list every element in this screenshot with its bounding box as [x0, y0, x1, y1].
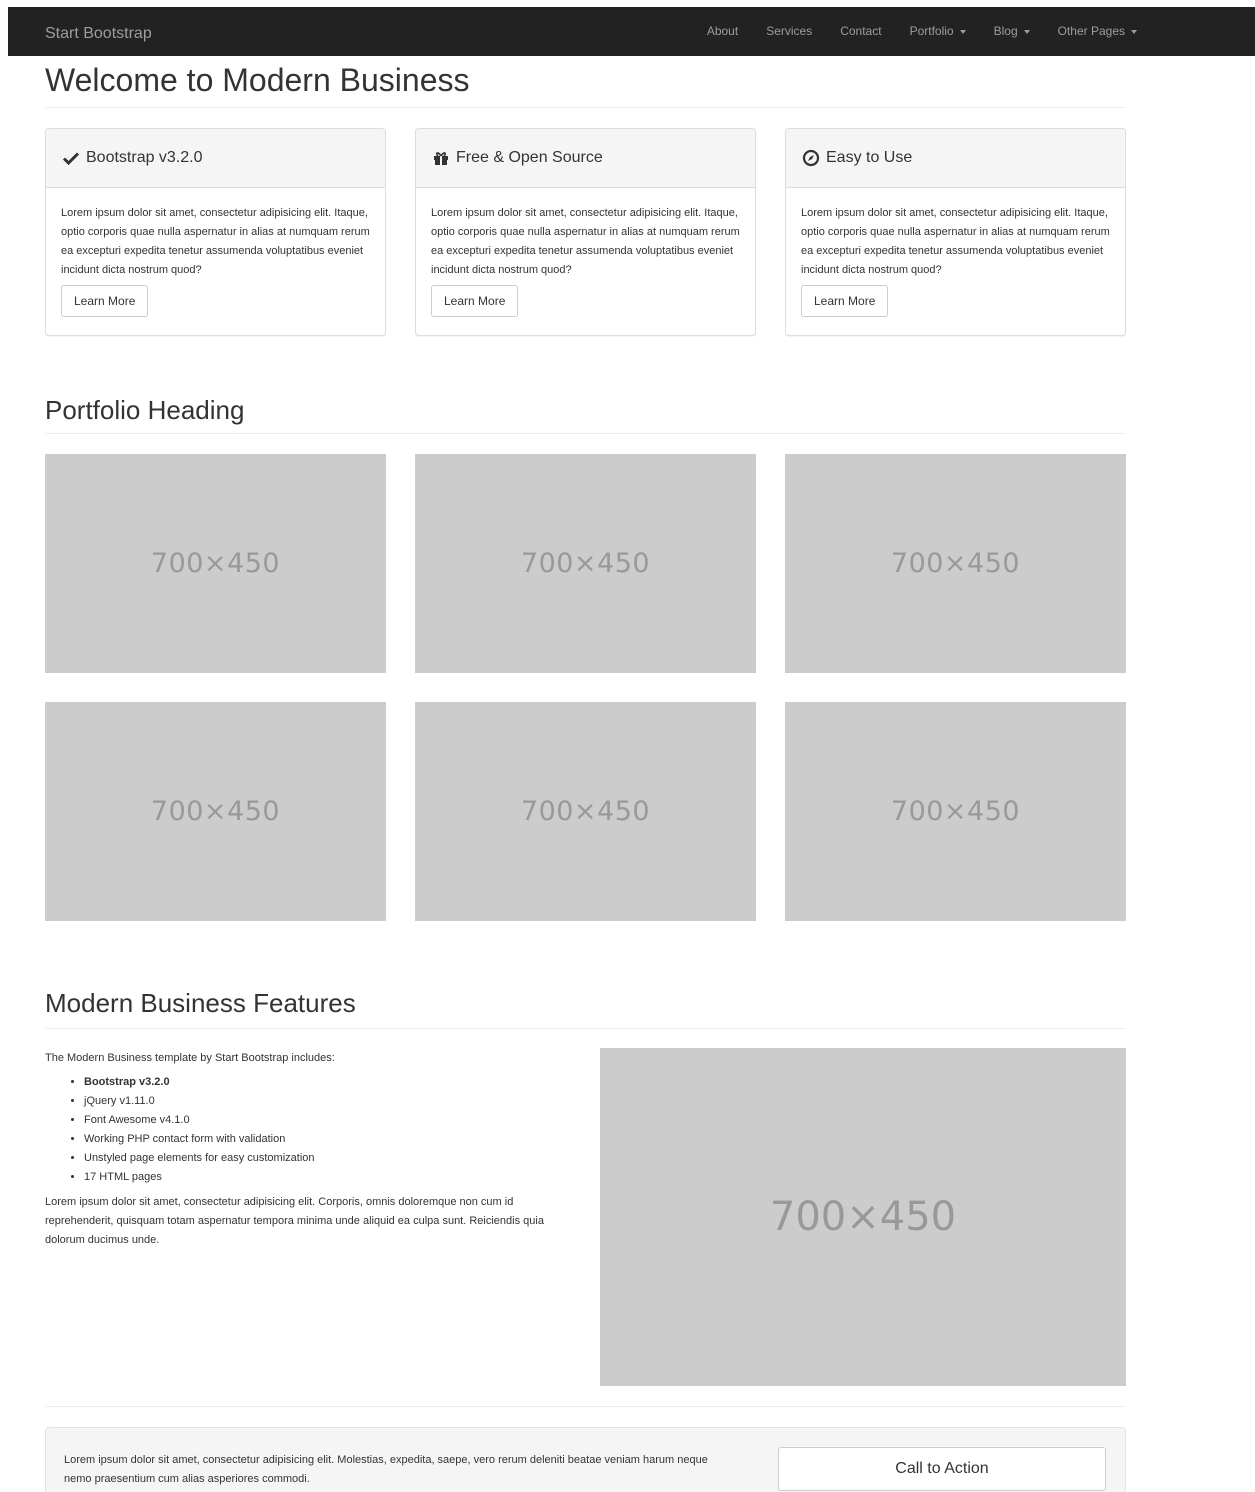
placeholder-label: 700×450: [520, 547, 651, 579]
panel-title: Free & Open Source: [456, 149, 603, 167]
placeholder-label: 700×450: [520, 795, 651, 827]
learn-more-button[interactable]: Learn More: [431, 285, 519, 317]
nav-links: About Services Contact Portfolio Blog Ot…: [679, 7, 1137, 56]
features-image: 700×450: [600, 1048, 1126, 1386]
portfolio-thumbnail[interactable]: 700×450: [785, 454, 1126, 673]
nav-item-about[interactable]: About: [707, 23, 738, 40]
nav-item-label: Other Pages: [1057, 23, 1125, 38]
learn-more-button[interactable]: Learn More: [801, 285, 889, 317]
placeholder-label: 700×450: [890, 795, 1021, 827]
panel-easy-to-use: Easy to Use Lorem ipsum dolor sit amet, …: [785, 128, 1126, 336]
nav-item-portfolio[interactable]: Portfolio: [910, 23, 966, 40]
call-to-action-button[interactable]: Call to Action: [778, 1447, 1106, 1491]
features-header: Modern Business Features: [45, 985, 1126, 1029]
page-title: Welcome to Modern Business: [45, 62, 470, 98]
list-item: Bootstrap v3.2.0: [84, 1073, 565, 1092]
features-list: Bootstrap v3.2.0 jQuery v1.11.0 Font Awe…: [84, 1073, 565, 1187]
gift-icon: [434, 152, 448, 165]
panel-heading: Easy to Use: [786, 129, 1125, 188]
nav-item-blog[interactable]: Blog: [994, 23, 1030, 40]
features-heading: Modern Business Features: [45, 988, 356, 1018]
cta-text: Lorem ipsum dolor sit amet, consectetur …: [64, 1454, 708, 1485]
features-intro: The Modern Business template by Start Bo…: [45, 1052, 335, 1064]
panel-heading: Free & Open Source: [416, 129, 755, 188]
call-to-action-well: Lorem ipsum dolor sit amet, consectetur …: [45, 1427, 1126, 1492]
panel-body: Lorem ipsum dolor sit amet, consectetur …: [416, 188, 755, 317]
nav-item-label: About: [706, 23, 739, 38]
panel-text: Lorem ipsum dolor sit amet, consectetur …: [431, 207, 740, 276]
panel-body: Lorem ipsum dolor sit amet, consectetur …: [46, 188, 385, 317]
portfolio-heading: Portfolio Heading: [45, 395, 245, 425]
list-item: 17 HTML pages: [84, 1168, 565, 1187]
caret-down-icon: [1131, 29, 1137, 34]
nav-item-contact[interactable]: Contact: [840, 23, 881, 40]
list-item: jQuery v1.11.0: [84, 1092, 565, 1111]
list-item: Font Awesome v4.1.0: [84, 1111, 565, 1130]
portfolio-thumbnail[interactable]: 700×450: [415, 702, 756, 921]
top-navbar: Start Bootstrap About Services Contact P…: [8, 7, 1255, 56]
features-paragraph: Lorem ipsum dolor sit amet, consectetur …: [45, 1196, 544, 1246]
panel-open-source: Free & Open Source Lorem ipsum dolor sit…: [415, 128, 756, 336]
placeholder-label: 700×450: [890, 547, 1021, 579]
page-header: Welcome to Modern Business: [45, 58, 1126, 108]
panel-bootstrap: Bootstrap v3.2.0 Lorem ipsum dolor sit a…: [45, 128, 386, 336]
panel-text: Lorem ipsum dolor sit amet, consectetur …: [61, 207, 370, 276]
learn-more-button[interactable]: Learn More: [61, 285, 149, 317]
compass-icon: [802, 149, 820, 167]
panel-title: Easy to Use: [826, 149, 913, 167]
portfolio-thumbnail[interactable]: 700×450: [415, 454, 756, 673]
features-text: The Modern Business template by Start Bo…: [45, 1049, 565, 1250]
panel-title: Bootstrap v3.2.0: [86, 149, 203, 167]
placeholder-label: 700×450: [150, 795, 281, 827]
nav-item-other-pages[interactable]: Other Pages: [1058, 23, 1137, 40]
nav-item-label: Blog: [993, 23, 1018, 38]
portfolio-thumbnail[interactable]: 700×450: [45, 454, 386, 673]
nav-item-services[interactable]: Services: [766, 23, 812, 40]
placeholder-label: 700×450: [150, 547, 281, 579]
brand-link[interactable]: Start Bootstrap: [45, 22, 152, 45]
placeholder-label: 700×450: [769, 1194, 957, 1240]
nav-item-label: Portfolio: [909, 23, 954, 38]
panel-text: Lorem ipsum dolor sit amet, consectetur …: [801, 207, 1110, 276]
list-item: Working PHP contact form with validation: [84, 1130, 565, 1149]
caret-down-icon: [959, 29, 966, 34]
check-icon: [62, 152, 80, 166]
portfolio-thumbnail[interactable]: 700×450: [45, 702, 386, 921]
caret-down-icon: [1023, 29, 1030, 34]
nav-item-label: Contact: [840, 23, 882, 38]
panel-heading: Bootstrap v3.2.0: [46, 129, 385, 188]
portfolio-thumbnail[interactable]: 700×450: [785, 702, 1126, 921]
list-item: Unstyled page elements for easy customiz…: [84, 1149, 565, 1168]
section-divider: [45, 1406, 1126, 1407]
portfolio-header: Portfolio Heading: [45, 392, 1126, 434]
panel-body: Lorem ipsum dolor sit amet, consectetur …: [786, 188, 1125, 317]
nav-item-label: Services: [766, 23, 813, 38]
